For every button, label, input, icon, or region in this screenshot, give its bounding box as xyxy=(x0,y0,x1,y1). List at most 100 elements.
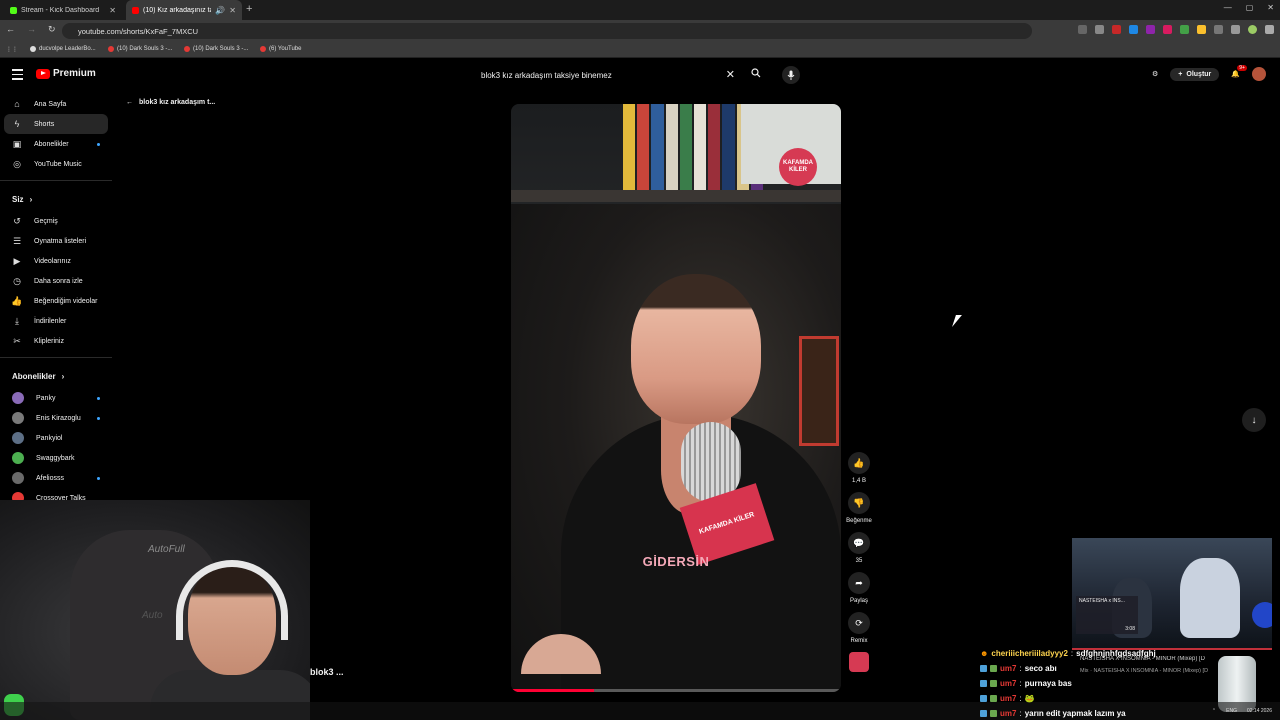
cast-icon[interactable] xyxy=(1078,25,1087,34)
tab-title: Stream - Kick Dashboard xyxy=(21,6,100,14)
url-text: youtube.com/shorts/KxFaF_7MXCU xyxy=(78,26,199,36)
back-icon[interactable]: ← xyxy=(6,24,15,35)
header-actions: ⚙ + Oluştur 🔔 9+ xyxy=(1152,65,1266,81)
extension-icon[interactable] xyxy=(1112,25,1121,34)
arrow-left-icon: ← xyxy=(126,99,133,106)
shorts-action-rail: 👍 1,4 B 👎 Beğenme 💬 35 ➦ Paylaş ⟳ Remix xyxy=(845,452,873,672)
kick-favicon-icon xyxy=(10,6,17,14)
stream-chat-overlay: ☻ cheriiicheriiiladyyy2: sdfghnjnhfgdsad… xyxy=(980,646,1280,720)
back-to-search-link[interactable]: ← blok3 kız arkadaşım t... xyxy=(126,99,215,106)
hamburger-menu-icon[interactable] xyxy=(12,69,23,83)
shorts-video-player[interactable]: KAFAMDA KİLER KAFAMDA KİLER GİDERSİN xyxy=(511,104,841,692)
bookmark-item[interactable]: (10) Dark Souls 3 -... xyxy=(108,46,172,52)
badge-icon xyxy=(990,665,997,672)
sidebar-item-watch-later[interactable]: ◷ Daha sonra izle xyxy=(0,271,112,291)
search-input[interactable]: blok3 kız arkadaşım taksiye binemez ✕ xyxy=(473,65,773,85)
speaker-icon[interactable]: 🔊 xyxy=(215,6,225,15)
divider xyxy=(0,357,112,358)
next-short-button[interactable]: ↓ xyxy=(1242,408,1266,432)
create-button[interactable]: + Oluştur xyxy=(1170,67,1220,81)
wall-plaque xyxy=(799,336,839,446)
sidepanel-icon[interactable] xyxy=(1231,25,1240,34)
comments-button[interactable]: 💬 35 xyxy=(845,532,873,564)
share-button[interactable]: ➦ Paylaş xyxy=(845,572,873,604)
comment-count: 35 xyxy=(855,558,863,564)
close-tab-icon[interactable]: ✕ xyxy=(109,6,116,15)
chair-brand-text: Auto xyxy=(142,610,163,621)
download-icon: ⤓ xyxy=(15,315,19,326)
emote-icon: 🐸 xyxy=(1024,694,1035,703)
sidebar-item-music[interactable]: ◎ YouTube Music xyxy=(0,154,112,174)
extension-icon[interactable] xyxy=(1197,25,1206,34)
search-icon[interactable] xyxy=(751,68,761,80)
sidebar-item-shorts[interactable]: ϟ Shorts xyxy=(4,114,108,134)
section-you-header[interactable]: Siz › xyxy=(0,187,112,211)
minimize-icon[interactable]: — xyxy=(1224,3,1232,12)
subscriptions-icon: ▣ xyxy=(12,138,22,149)
sidebar-channel-item[interactable]: Panky xyxy=(0,388,112,408)
sidebar-channel-item[interactable]: Enis Kirazoglu xyxy=(0,408,112,428)
apps-icon[interactable]: ⋮⋮ xyxy=(6,46,18,53)
chevron-right-icon: › xyxy=(29,194,33,204)
youtube-logo[interactable]: Premium xyxy=(36,68,96,79)
account-avatar[interactable] xyxy=(1252,67,1266,81)
puzzle-icon[interactable] xyxy=(1214,25,1223,34)
close-tab-icon[interactable]: ✕ xyxy=(229,6,236,15)
notifications-bell-icon[interactable]: 🔔 9+ xyxy=(1231,65,1247,78)
sidebar-item-your-videos[interactable]: ▶ Videolarınız xyxy=(0,251,112,271)
video-progress-fill xyxy=(511,689,594,692)
browser-tab-youtube[interactable]: (10) Kız arkadaşınız taksiye 🔊 ✕ xyxy=(126,0,242,20)
sidebar-item-history[interactable]: ↺ Geçmiş xyxy=(0,211,112,231)
extension-icon[interactable] xyxy=(1180,25,1189,34)
url-field[interactable]: youtube.com/shorts/KxFaF_7MXCU xyxy=(62,23,1032,39)
remix-label: Remix xyxy=(850,638,868,644)
badge-icon xyxy=(980,710,987,717)
extension-icons xyxy=(1078,25,1274,34)
maximize-icon[interactable]: ▢ xyxy=(1246,3,1254,12)
thumbs-up-icon: 👍 xyxy=(11,295,23,306)
kafamda-kiler-logo: KAFAMDA KİLER xyxy=(779,148,817,186)
badge-icon xyxy=(980,665,987,672)
channel-avatar xyxy=(12,452,24,464)
figure xyxy=(1180,558,1240,638)
dislike-button[interactable]: 👎 Beğenme xyxy=(845,492,873,524)
chat-message: um7: 🐸 xyxy=(980,691,1280,706)
voice-search-button[interactable] xyxy=(782,66,800,84)
bookmark-item[interactable]: (6) YouTube xyxy=(260,46,301,52)
youtube-favicon-icon xyxy=(260,46,266,52)
sidebar-item-liked[interactable]: 👍 Beğendiğim videolar xyxy=(0,291,112,311)
forward-icon[interactable]: → xyxy=(27,24,36,35)
bookmark-item[interactable]: (10) Dark Souls 3 -... xyxy=(184,46,248,52)
extension-icon[interactable] xyxy=(1146,25,1155,34)
remix-button[interactable]: ⟳ Remix xyxy=(845,612,873,644)
menu-icon[interactable] xyxy=(1265,25,1274,34)
new-tab-button[interactable]: + xyxy=(246,3,252,15)
star-icon[interactable] xyxy=(1095,25,1104,34)
like-button[interactable]: 👍 1,4 B xyxy=(845,452,873,484)
sidebar-item-subscriptions[interactable]: ▣ Abonelikler xyxy=(0,134,112,154)
sidebar-item-downloads[interactable]: ⤓ İndirilenler xyxy=(0,311,112,331)
channel-thumbnail[interactable] xyxy=(849,652,869,672)
notification-count-badge: 9+ xyxy=(1237,65,1247,71)
extension-icon[interactable] xyxy=(1163,25,1172,34)
reload-icon[interactable]: ↻ xyxy=(48,24,56,35)
section-subscriptions-header[interactable]: Abonelikler › xyxy=(0,364,112,388)
sidebar-item-clips[interactable]: ✂ Klipleriniz xyxy=(0,331,112,351)
sidebar-channel-item[interactable]: Afeliosss xyxy=(0,468,112,488)
extension-icon[interactable] xyxy=(1129,25,1138,34)
history-icon: ↺ xyxy=(13,215,21,226)
clear-search-icon[interactable]: ✕ xyxy=(726,68,735,81)
sidebar-channel-item[interactable]: Swaggybark xyxy=(0,448,112,468)
profile-icon[interactable] xyxy=(1248,25,1257,34)
new-content-dot xyxy=(97,417,100,420)
sidebar-item-home[interactable]: ⌂ Ana Sayfa xyxy=(0,94,112,114)
close-window-icon[interactable]: ✕ xyxy=(1267,3,1274,12)
bookmark-item[interactable]: ducvolpe LeaderBo... xyxy=(30,46,96,52)
settings-gear-icon[interactable]: ⚙ xyxy=(1152,70,1158,78)
channel-avatar xyxy=(12,392,24,404)
browser-tab-kick[interactable]: Stream - Kick Dashboard ✕ xyxy=(4,0,122,20)
sidebar-channel-item[interactable]: Pankyiol xyxy=(0,428,112,448)
sidebar-item-playlists[interactable]: ☰ Oynatma listeleri xyxy=(0,231,112,251)
arrow-down-icon: ↓ xyxy=(1251,414,1257,426)
video-progress-bar[interactable] xyxy=(511,689,841,692)
